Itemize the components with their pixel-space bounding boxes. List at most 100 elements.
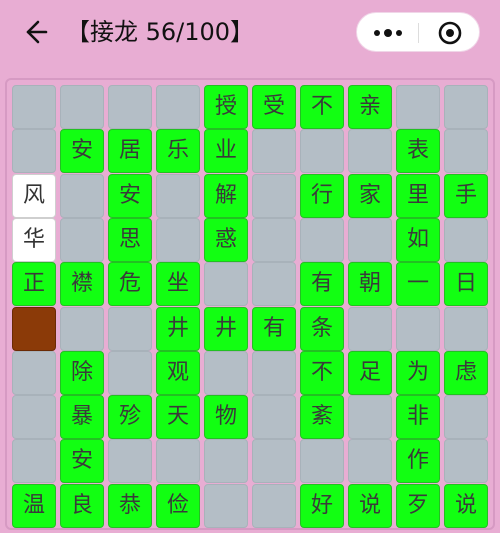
grid-cell[interactable] (60, 217, 104, 262)
grid-cell[interactable]: 虑 (444, 350, 488, 395)
grid-cell[interactable] (300, 217, 344, 262)
grid-cell[interactable] (108, 85, 152, 129)
grid-cell[interactable]: 家 (348, 173, 392, 218)
grid-cell[interactable]: 惑 (204, 217, 248, 262)
grid-cell[interactable] (60, 85, 104, 129)
grid-cell[interactable]: 手 (444, 173, 488, 218)
grid-cell[interactable] (12, 395, 56, 440)
grid-cell[interactable]: 行 (300, 173, 344, 218)
grid-cell[interactable]: 居 (108, 129, 152, 174)
grid-cell[interactable]: 正 (12, 262, 56, 307)
grid-cell[interactable] (444, 217, 488, 262)
grid-cell[interactable]: 如 (396, 217, 440, 262)
grid-cell[interactable]: 不 (300, 85, 344, 129)
grid-cell[interactable] (396, 306, 440, 351)
grid-cell[interactable]: 良 (60, 483, 104, 528)
grid-cell[interactable] (444, 395, 488, 440)
grid-cell[interactable]: 暴 (60, 395, 104, 440)
grid-cell[interactable] (300, 439, 344, 484)
grid-cell[interactable] (108, 439, 152, 484)
selected-cell[interactable] (12, 306, 56, 351)
grid-cell[interactable] (204, 262, 248, 307)
grid-cell[interactable] (204, 439, 248, 484)
grid-cell[interactable] (252, 483, 296, 528)
grid-cell[interactable]: 日 (444, 262, 488, 307)
grid-cell[interactable] (444, 85, 488, 129)
grid-cell[interactable]: 业 (204, 129, 248, 174)
grid-cell[interactable]: 乐 (156, 129, 200, 174)
grid-cell[interactable] (204, 350, 248, 395)
grid-cell[interactable]: 受 (252, 85, 296, 129)
grid-cell[interactable]: 井 (156, 306, 200, 351)
grid-cell[interactable]: 天 (156, 395, 200, 440)
grid-cell[interactable]: 足 (348, 350, 392, 395)
grid-cell[interactable] (348, 129, 392, 174)
grid-cell[interactable]: 坐 (156, 262, 200, 307)
grid-cell[interactable]: 襟 (60, 262, 104, 307)
grid-cell[interactable]: 好 (300, 483, 344, 528)
grid-cell[interactable]: 安 (60, 439, 104, 484)
grid-cell[interactable] (252, 395, 296, 440)
grid-cell[interactable]: 为 (396, 350, 440, 395)
grid-cell[interactable] (252, 217, 296, 262)
grid-cell[interactable]: 紊 (300, 395, 344, 440)
grid-cell[interactable] (252, 173, 296, 218)
grid-cell[interactable] (60, 173, 104, 218)
grid-cell[interactable]: 里 (396, 173, 440, 218)
option-cell[interactable]: 华 (12, 217, 56, 262)
grid-cell[interactable]: 一 (396, 262, 440, 307)
grid-cell[interactable] (108, 350, 152, 395)
grid-cell[interactable] (204, 483, 248, 528)
grid-cell[interactable]: 有 (252, 306, 296, 351)
grid-cell[interactable] (348, 217, 392, 262)
grid-cell[interactable] (348, 439, 392, 484)
grid-cell[interactable]: 安 (60, 129, 104, 174)
grid-cell[interactable]: 物 (204, 395, 248, 440)
grid-cell[interactable] (156, 439, 200, 484)
grid-cell[interactable] (108, 306, 152, 351)
grid-cell[interactable] (252, 439, 296, 484)
grid-cell[interactable] (12, 350, 56, 395)
grid-cell[interactable] (444, 306, 488, 351)
grid-cell[interactable]: 说 (444, 483, 488, 528)
grid-cell[interactable]: 作 (396, 439, 440, 484)
grid-cell[interactable]: 思 (108, 217, 152, 262)
grid-cell[interactable] (252, 350, 296, 395)
grid-cell[interactable] (252, 262, 296, 307)
grid-cell[interactable]: 亲 (348, 85, 392, 129)
grid-cell[interactable] (60, 306, 104, 351)
grid-cell[interactable]: 非 (396, 395, 440, 440)
grid-cell[interactable] (300, 129, 344, 174)
grid-cell[interactable]: 歹 (396, 483, 440, 528)
grid-cell[interactable]: 安 (108, 173, 152, 218)
grid-cell[interactable] (12, 439, 56, 484)
close-button[interactable] (420, 13, 480, 53)
grid-cell[interactable]: 殄 (108, 395, 152, 440)
grid-cell[interactable]: 有 (300, 262, 344, 307)
more-button[interactable] (357, 13, 417, 53)
option-cell[interactable]: 风 (12, 173, 56, 218)
grid-cell[interactable] (156, 173, 200, 218)
grid-cell[interactable] (396, 85, 440, 129)
grid-cell[interactable] (252, 129, 296, 174)
grid-cell[interactable]: 危 (108, 262, 152, 307)
grid-cell[interactable] (12, 85, 56, 129)
grid-cell[interactable]: 恭 (108, 483, 152, 528)
grid-cell[interactable]: 井 (204, 306, 248, 351)
grid-cell[interactable]: 俭 (156, 483, 200, 528)
grid-cell[interactable] (156, 217, 200, 262)
grid-cell[interactable]: 授 (204, 85, 248, 129)
grid-cell[interactable] (444, 439, 488, 484)
grid-cell[interactable] (348, 395, 392, 440)
grid-cell[interactable] (348, 306, 392, 351)
grid-cell[interactable]: 说 (348, 483, 392, 528)
grid-cell[interactable] (156, 85, 200, 129)
back-button[interactable] (20, 18, 48, 46)
grid-cell[interactable]: 朝 (348, 262, 392, 307)
grid-cell[interactable] (444, 129, 488, 174)
grid-cell[interactable]: 除 (60, 350, 104, 395)
grid-cell[interactable] (12, 129, 56, 174)
grid-cell[interactable]: 不 (300, 350, 344, 395)
grid-cell[interactable]: 解 (204, 173, 248, 218)
grid-cell[interactable]: 温 (12, 483, 56, 528)
